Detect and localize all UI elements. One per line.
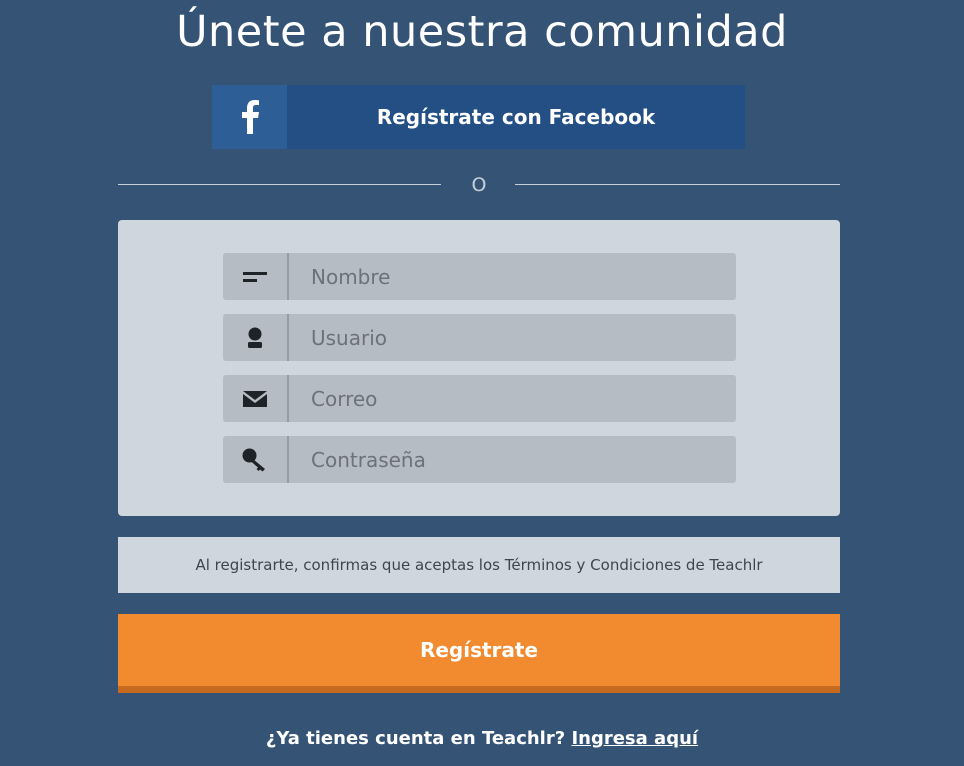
key-icon <box>223 436 289 483</box>
terms-notice: Al registrarte, confirmas que aceptas lo… <box>118 537 840 593</box>
facebook-icon <box>212 85 287 149</box>
email-field <box>223 375 736 422</box>
username-input[interactable] <box>289 314 736 361</box>
name-input[interactable] <box>289 253 736 300</box>
name-lines-icon <box>223 253 289 300</box>
email-input[interactable] <box>289 375 736 422</box>
username-field <box>223 314 736 361</box>
signup-form <box>118 220 840 516</box>
name-field <box>223 253 736 300</box>
user-icon <box>223 314 289 361</box>
register-button[interactable]: Regístrate <box>118 614 840 693</box>
divider-or: O <box>471 174 487 196</box>
login-link[interactable]: Ingresa aquí <box>571 728 698 749</box>
password-field <box>223 436 736 483</box>
password-input[interactable] <box>289 436 736 483</box>
facebook-signup-label: Regístrate con Facebook <box>376 105 656 129</box>
facebook-signup-button[interactable]: Regístrate con Facebook <box>212 85 745 149</box>
envelope-icon <box>223 375 289 422</box>
page-title: Únete a nuestra comunidad <box>176 7 788 57</box>
login-prompt-text: ¿Ya tienes cuenta en Teachlr? <box>265 728 566 749</box>
login-prompt: ¿Ya tienes cuenta en Teachlr? Ingresa aq… <box>0 726 964 752</box>
divider-left <box>118 184 441 185</box>
divider-right <box>515 184 840 185</box>
